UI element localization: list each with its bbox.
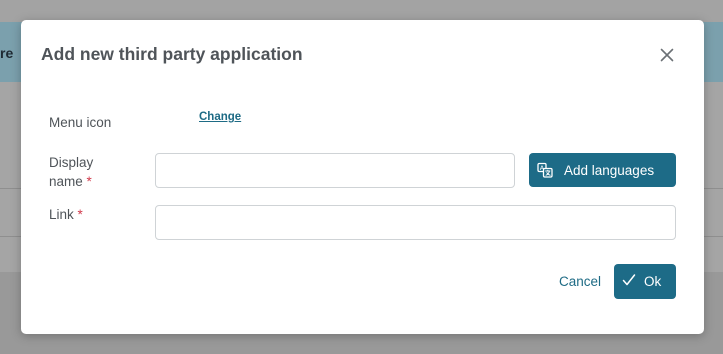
display-name-label: Display name * <box>49 153 139 191</box>
link-label: Link * <box>49 205 83 224</box>
check-icon <box>622 274 636 286</box>
display-name-label-line2: name <box>49 174 83 189</box>
required-marker: * <box>77 207 83 222</box>
required-marker: * <box>86 174 92 189</box>
ok-button[interactable]: Ok <box>614 264 676 299</box>
display-name-label-line1: Display <box>49 155 94 170</box>
add-app-dialog: Add new third party application Menu ico… <box>21 20 704 334</box>
close-button[interactable] <box>657 45 677 65</box>
link-label-text: Link <box>49 207 74 222</box>
cancel-button[interactable]: Cancel <box>559 274 601 289</box>
link-input[interactable] <box>155 205 676 240</box>
display-name-input[interactable] <box>155 153 515 188</box>
translate-icon: A <box>537 162 553 178</box>
menu-icon-label: Menu icon <box>49 115 112 130</box>
change-icon-link[interactable]: Change <box>199 111 241 123</box>
add-languages-button[interactable]: A Add languages <box>529 153 676 187</box>
close-icon <box>660 48 674 62</box>
background-banner-text: re <box>0 45 14 61</box>
dialog-title: Add new third party application <box>41 44 303 64</box>
ok-label: Ok <box>644 274 662 289</box>
add-languages-label: Add languages <box>564 163 655 178</box>
